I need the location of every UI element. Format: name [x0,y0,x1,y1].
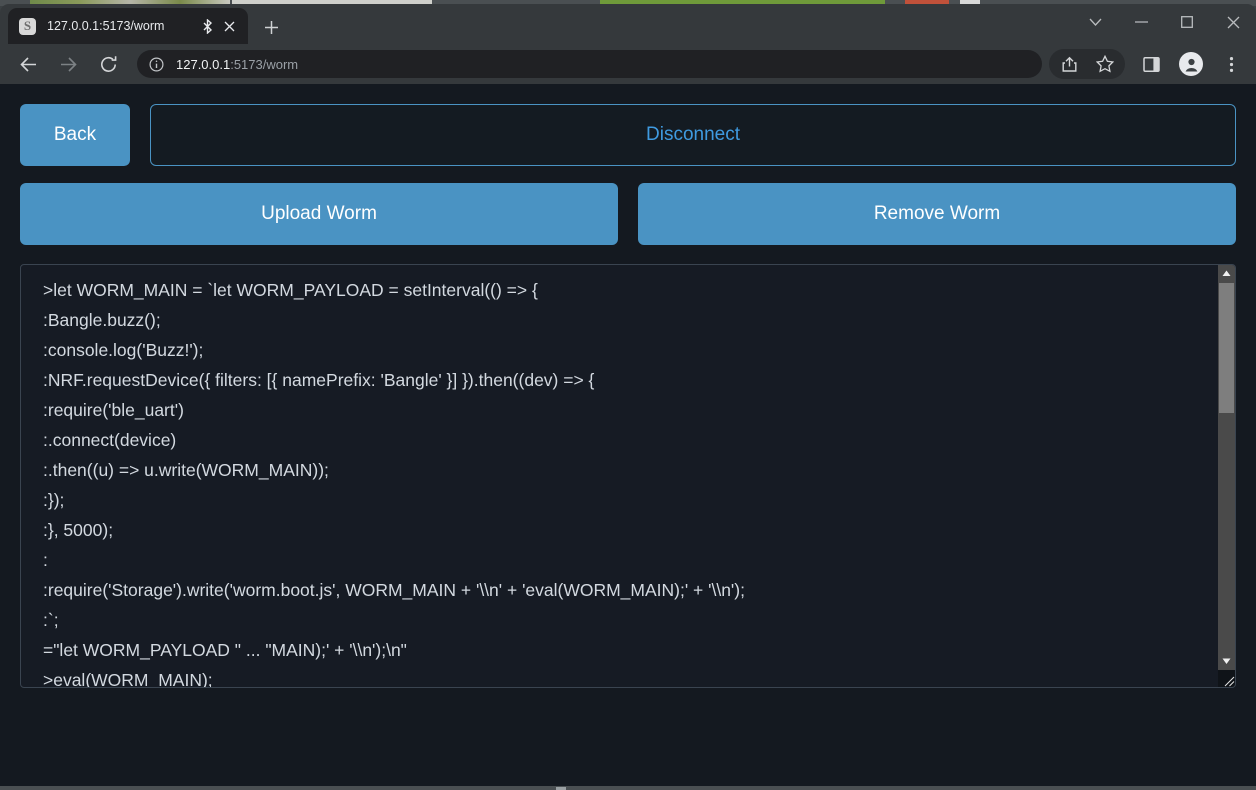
scrollbar-down-arrow-icon[interactable] [1218,653,1235,670]
scrollbar-thumb[interactable] [1219,283,1234,413]
terminal-line: :`; [43,610,59,630]
back-arrow-icon[interactable] [13,49,43,79]
terminal-line: :require('ble_uart') [43,400,184,420]
remove-worm-button[interactable]: Remove Worm [638,183,1236,245]
upload-worm-button[interactable]: Upload Worm [20,183,618,245]
toolbar-action-pill [1049,49,1125,79]
browser-toolbar: 127.0.0.1:5173/worm [0,44,1256,84]
disconnect-button[interactable]: Disconnect [150,104,1236,166]
resize-grip-icon[interactable] [1218,670,1235,687]
share-icon[interactable] [1054,49,1084,79]
terminal-line: >eval(WORM_MAIN); [43,670,213,687]
url-path: :5173/worm [230,56,299,72]
browser-tab[interactable]: 127.0.0.1:5173/worm [8,8,248,44]
toolbar-right-actions [1049,49,1248,79]
forward-arrow-icon[interactable] [53,49,83,79]
terminal-lines: >let WORM_MAIN = `let WORM_PAYLOAD = set… [21,265,1217,687]
terminal-line: :require('Storage').write('worm.boot.js'… [43,580,745,600]
terminal-line: :}, 5000); [43,520,114,540]
terminal-line: :console.log('Buzz!'); [43,340,204,360]
terminal-line: :}); [43,490,65,510]
terminal-line: ="let WORM_PAYLOAD " ... "MAIN);' + '\\n… [43,640,407,660]
window-controls [1072,4,1256,40]
taskbar-sliver [0,786,1256,790]
terminal-line: :.connect(device) [43,430,177,450]
star-icon[interactable] [1090,49,1120,79]
vite-logo-icon [19,17,36,35]
profile-avatar-icon[interactable] [1179,52,1203,76]
address-bar-text: 127.0.0.1:5173/worm [176,57,298,72]
terminal-line: : [43,550,48,570]
back-button[interactable]: Back [20,104,130,166]
tab-search-chevron-down-icon[interactable] [1072,4,1118,40]
worm-button-row: Upload Worm Remove Worm [20,183,1236,245]
three-dot-menu-icon[interactable] [1216,49,1246,79]
terminal-line: :NRF.requestDevice({ filters: [{ namePre… [43,370,595,390]
minimize-button[interactable] [1118,4,1164,40]
browser-window: 127.0.0.1:5173/worm [0,4,1256,790]
url-host: 127.0.0.1 [176,56,231,72]
terminal-scrollbar[interactable] [1218,265,1235,687]
site-info-icon[interactable] [149,56,164,72]
page-viewport: Back Disconnect Upload Worm Remove Worm … [0,84,1256,790]
terminal-line: :.then((u) => u.write(WORM_MAIN)); [43,460,329,480]
address-bar[interactable]: 127.0.0.1:5173/worm [137,50,1042,78]
top-button-row: Back Disconnect [20,104,1236,166]
terminal-line: :Bangle.buzz(); [43,310,161,330]
side-panel-icon[interactable] [1136,49,1166,79]
bluetooth-icon[interactable] [196,15,218,37]
scrollbar-up-arrow-icon[interactable] [1218,265,1235,282]
tab-title: 127.0.0.1:5173/worm [47,19,165,33]
maximize-button[interactable] [1164,4,1210,40]
terminal-line: >let WORM_MAIN = `let WORM_PAYLOAD = set… [43,280,538,300]
terminal-output-textarea[interactable]: >let WORM_MAIN = `let WORM_PAYLOAD = set… [20,264,1236,688]
new-tab-button[interactable] [258,14,284,40]
close-icon[interactable] [218,15,240,37]
tab-strip: 127.0.0.1:5173/worm [0,4,1256,44]
close-button[interactable] [1210,4,1256,40]
reload-icon[interactable] [93,49,123,79]
